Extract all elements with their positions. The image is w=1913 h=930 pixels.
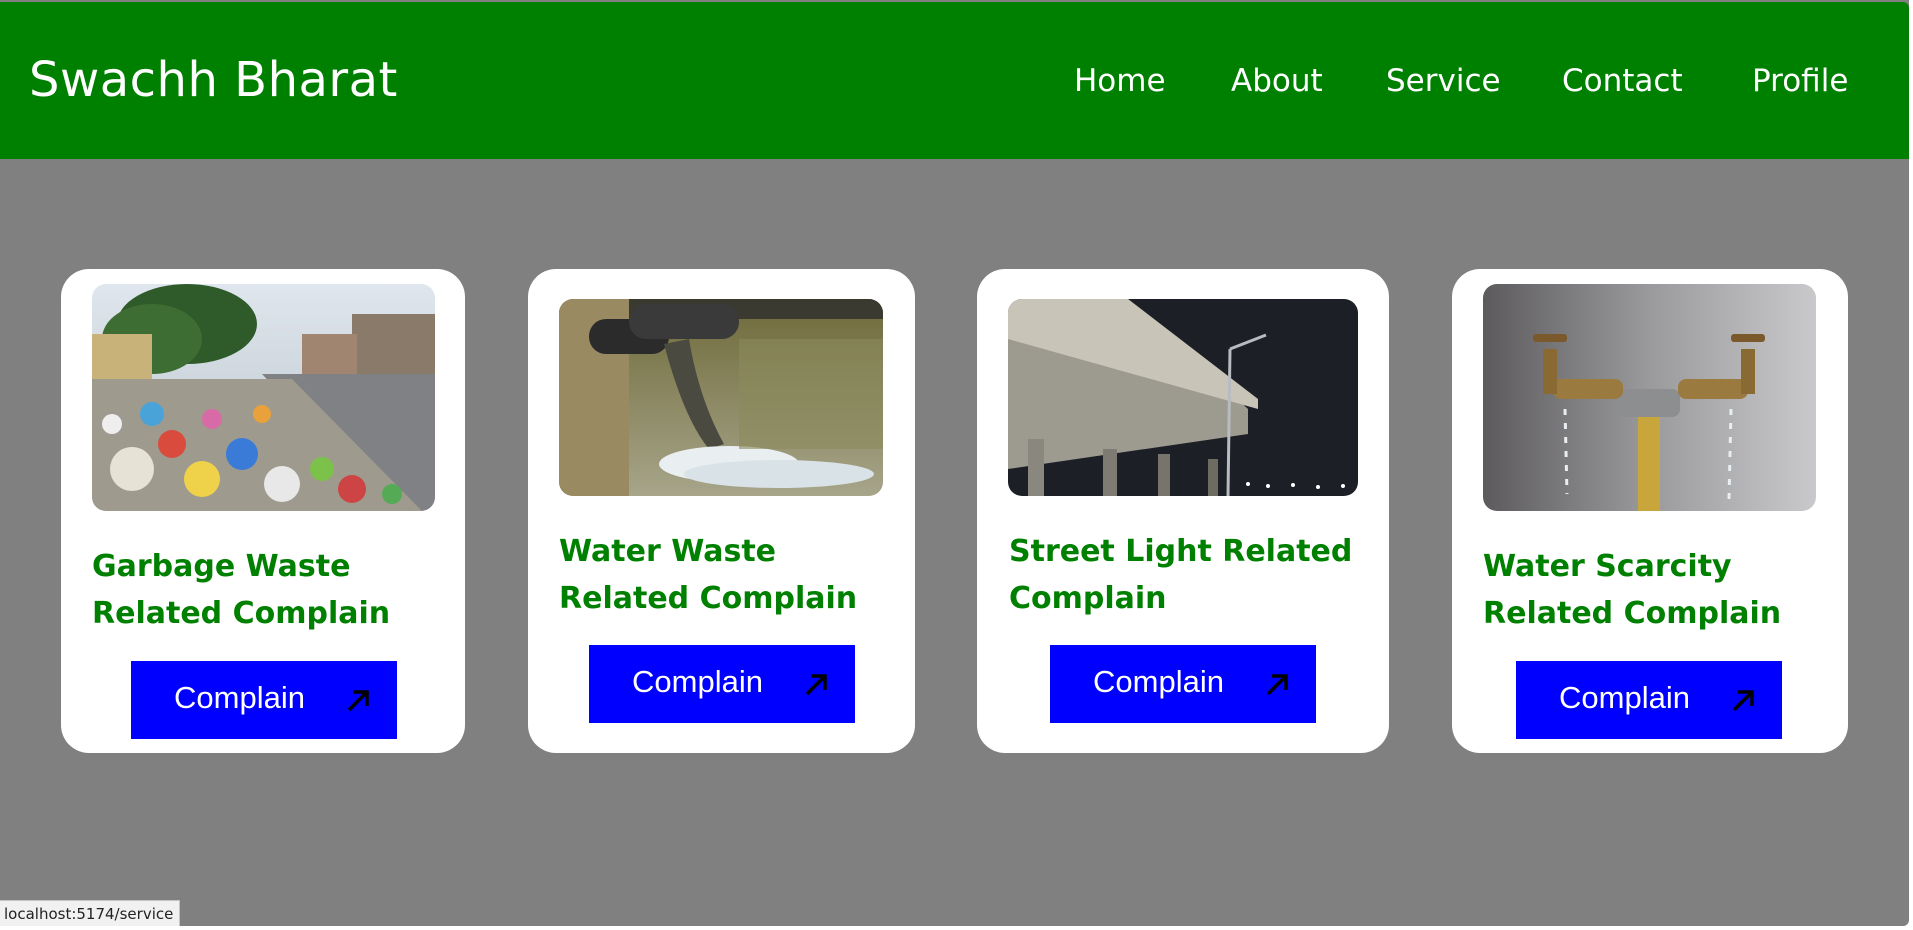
- complain-button-label: Complain: [174, 680, 305, 715]
- card-title-line: Complain: [1009, 581, 1167, 616]
- card-title-line: Water Scarcity: [1483, 549, 1732, 584]
- arrow-up-right-icon: [805, 674, 827, 696]
- card-title-garbage: Garbage Waste Related Complain: [92, 543, 390, 637]
- card-title-street-light: Street Light Related Complain: [1009, 528, 1352, 622]
- dripping-taps-image: [1483, 284, 1816, 511]
- page-background: Swachh Bharat Home About Service Contact…: [0, 0, 1909, 926]
- complain-button-label: Complain: [1559, 680, 1690, 715]
- arrow-up-right-icon: [1732, 690, 1754, 712]
- complain-button-garbage[interactable]: Complain: [131, 661, 397, 739]
- arrow-up-right-icon: [1266, 674, 1288, 696]
- card-title-line: Related Complain: [559, 581, 858, 616]
- status-bar-url: localhost:5174/service: [0, 900, 181, 926]
- card-title-water-waste: Water Waste Related Complain: [559, 528, 857, 622]
- service-card-street-light: Street Light Related Complain Complain: [977, 269, 1389, 753]
- service-card-water-scarcity: Water Scarcity Related Complain Complain: [1452, 269, 1848, 753]
- complain-button-water-waste[interactable]: Complain: [589, 645, 855, 723]
- service-card-water-waste: Water Waste Related Complain Complain: [528, 269, 915, 753]
- garbage-pile-image: [92, 284, 435, 511]
- brand-logo[interactable]: Swachh Bharat: [29, 52, 398, 108]
- arrow-up-right-icon: [347, 690, 369, 712]
- nav-about[interactable]: About: [1231, 63, 1323, 99]
- flyover-street-light-image: [1008, 299, 1358, 496]
- nav-service[interactable]: Service: [1386, 63, 1501, 99]
- nav-contact[interactable]: Contact: [1562, 63, 1683, 99]
- nav-home[interactable]: Home: [1074, 63, 1166, 99]
- sewage-pipe-image: [559, 299, 883, 496]
- card-title-line: Water Waste: [559, 534, 777, 569]
- card-title-line: Related Complain: [92, 596, 391, 631]
- complain-button-street-light[interactable]: Complain: [1050, 645, 1316, 723]
- service-card-garbage: Garbage Waste Related Complain Complain: [61, 269, 465, 753]
- card-title-line: Related Complain: [1483, 596, 1782, 631]
- complain-button-water-scarcity[interactable]: Complain: [1516, 661, 1782, 739]
- card-title-water-scarcity: Water Scarcity Related Complain: [1483, 543, 1781, 637]
- complain-button-label: Complain: [1093, 664, 1224, 699]
- navbar: Swachh Bharat Home About Service Contact…: [0, 2, 1909, 159]
- complain-button-label: Complain: [632, 664, 763, 699]
- nav-profile[interactable]: Profile: [1752, 63, 1848, 99]
- card-title-line: Garbage Waste: [92, 549, 351, 584]
- card-title-line: Street Light Related: [1009, 534, 1353, 569]
